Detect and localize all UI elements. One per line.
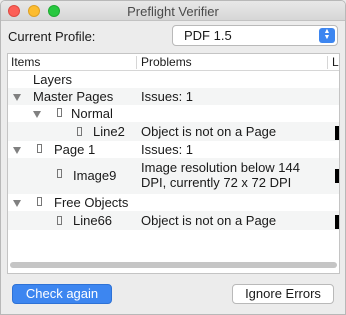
row-item-label: Line66 xyxy=(73,213,113,228)
table-row[interactable]: Line2 Object is not on a Page xyxy=(8,122,339,141)
column-header-truncated[interactable]: La xyxy=(332,55,339,69)
column-separator[interactable] xyxy=(327,56,328,69)
row-item-label: Page 1 xyxy=(54,142,96,157)
truncated-column-cell xyxy=(335,126,339,140)
table-row[interactable]: Layers xyxy=(8,71,339,88)
row-problem-text: Object is not on a Page xyxy=(141,124,277,139)
profile-select-value: PDF 1.5 xyxy=(184,28,232,43)
page-icon xyxy=(57,108,62,117)
disclosure-triangle-icon[interactable] xyxy=(13,94,21,101)
truncated-column-cell xyxy=(335,215,339,229)
row-item-label: Layers xyxy=(33,72,73,87)
select-arrows-icon: ▲ ▼ xyxy=(319,28,335,43)
title-bar: Preflight Verifier xyxy=(1,1,345,21)
current-profile-label: Current Profile: xyxy=(8,29,96,44)
truncated-column-cell xyxy=(335,169,339,183)
disclosure-triangle-icon[interactable] xyxy=(33,111,41,118)
table-row[interactable]: Free Objects xyxy=(8,194,339,211)
disclosure-triangle-icon[interactable] xyxy=(13,147,21,154)
column-separator[interactable] xyxy=(136,56,137,69)
table-row[interactable]: Master Pages Issues: 1 xyxy=(8,88,339,105)
window-title: Preflight Verifier xyxy=(127,4,219,19)
table-row[interactable]: Line66 Object is not on a Page xyxy=(8,211,339,230)
page-icon xyxy=(37,197,42,206)
preflight-table[interactable]: Items Problems La Layers Master Pages Is… xyxy=(7,53,340,274)
profile-select[interactable]: PDF 1.5 ▲ ▼ xyxy=(172,25,338,46)
row-item-label: Image9 xyxy=(73,168,117,183)
disclosure-triangle-icon[interactable] xyxy=(13,200,21,207)
page-icon xyxy=(77,127,82,136)
ignore-errors-button[interactable]: Ignore Errors xyxy=(232,284,334,304)
column-header-items[interactable]: Items xyxy=(11,55,40,69)
column-header-problems[interactable]: Problems xyxy=(141,55,192,69)
row-item-label: Master Pages xyxy=(33,89,114,104)
preflight-verifier-window: Preflight Verifier Current Profile: PDF … xyxy=(0,0,346,315)
page-icon xyxy=(57,169,62,178)
row-item-label: Free Objects xyxy=(54,195,129,210)
row-problem-text: Object is not on a Page xyxy=(141,213,277,228)
page-icon xyxy=(57,216,62,225)
table-row[interactable]: Image9 Image resolution below 144 DPI, c… xyxy=(8,158,339,194)
check-again-button[interactable]: Check again xyxy=(12,284,112,304)
row-problem-text: Issues: 1 xyxy=(141,89,194,104)
page-icon xyxy=(37,144,42,153)
table-header: Items Problems La xyxy=(8,54,339,71)
table-row[interactable]: Normal xyxy=(8,105,339,122)
horizontal-scrollbar[interactable] xyxy=(10,262,337,268)
table-row[interactable]: Page 1 Issues: 1 xyxy=(8,141,339,158)
row-item-label: Line2 xyxy=(93,124,125,139)
row-item-label: Normal xyxy=(71,106,113,121)
row-problem-text: Image resolution below 144 DPI, currentl… xyxy=(141,160,300,190)
row-problem-text: Issues: 1 xyxy=(141,142,194,157)
